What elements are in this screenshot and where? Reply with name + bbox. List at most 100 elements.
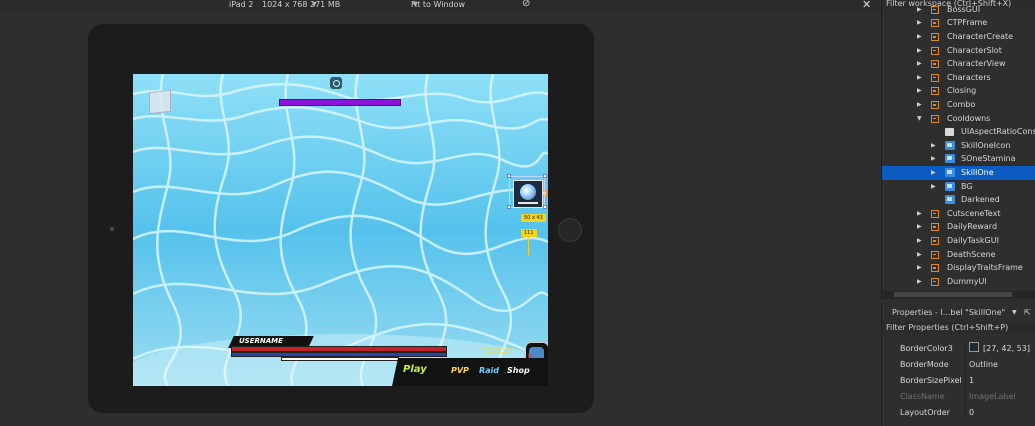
expand-arrow-icon[interactable]: ▶: [917, 57, 922, 71]
expand-arrow-icon[interactable]: ▶: [917, 261, 922, 275]
expand-arrow-icon[interactable]: ▶: [917, 71, 922, 85]
expand-arrow-icon[interactable]: ▶: [931, 152, 936, 166]
tree-item[interactable]: ▶ CharacterSlot: [882, 44, 1035, 58]
tree-item[interactable]: UIAspectRatioCons: [882, 125, 1035, 139]
username-label: USERNAME: [239, 337, 283, 345]
expand-arrow-icon[interactable]: ▶: [917, 44, 922, 58]
tree-item[interactable]: ▶ DeathScene: [882, 248, 1035, 262]
frame-icon: [931, 237, 939, 246]
horizontal-scrollbar[interactable]: [882, 291, 1035, 299]
property-name: BorderColor3: [900, 344, 953, 353]
expand-arrow-icon[interactable]: ▶: [917, 30, 922, 44]
tree-item-label: Closing: [947, 86, 977, 96]
property-row[interactable]: BorderMode Outline: [882, 357, 1035, 373]
properties-filter-input[interactable]: Filter Properties (Ctrl+Shift+P): [882, 322, 1035, 334]
skill-one-image[interactable]: [513, 180, 543, 208]
frame-icon: [931, 19, 939, 28]
expand-arrow-icon[interactable]: ▶: [917, 207, 922, 221]
tree-item[interactable]: ▶ SkillOne: [882, 166, 1035, 180]
tree-item[interactable]: ▶ DisplayTraitsFrame: [882, 261, 1035, 275]
property-value[interactable]: ImageLabel: [965, 389, 1035, 405]
expand-arrow-icon[interactable]: ▶: [917, 3, 922, 17]
tree-item[interactable]: ▶ Combo: [882, 98, 1035, 112]
frame-icon: [931, 223, 939, 232]
property-name: BorderMode: [900, 360, 949, 369]
resize-handle[interactable]: [507, 205, 511, 209]
tree-item[interactable]: ▶ CharacterView: [882, 57, 1035, 71]
tree-item[interactable]: ▶ CutsceneText: [882, 207, 1035, 221]
expand-arrow-icon[interactable]: ▶: [917, 275, 922, 289]
tree-item[interactable]: ▶ Closing: [882, 84, 1035, 98]
image-label-icon: [945, 154, 955, 164]
expand-arrow-icon[interactable]: ▶: [917, 248, 922, 262]
property-value[interactable]: 1: [965, 373, 1035, 389]
chevron-down-icon[interactable]: ▼: [1012, 307, 1017, 319]
shop-button[interactable]: Shop: [507, 366, 530, 375]
color-swatch[interactable]: [969, 342, 979, 352]
chevron-down-icon: ▼: [312, 1, 317, 8]
resize-handle[interactable]: [543, 174, 547, 178]
tree-item[interactable]: ▶ BossGUI: [882, 3, 1035, 17]
tree-item[interactable]: ▼ Cooldowns: [882, 112, 1035, 126]
camera-dot: [110, 227, 114, 231]
undock-icon[interactable]: ⇱: [1024, 307, 1031, 319]
tree-item[interactable]: ▶ BG: [882, 180, 1035, 194]
close-icon[interactable]: ✕: [862, 0, 871, 10]
collapse-arrow-icon[interactable]: ▼: [917, 112, 922, 126]
tree-item-label: SOneStamina: [961, 154, 1016, 164]
tree-item[interactable]: ▶ CharacterCreate: [882, 30, 1035, 44]
tree-item[interactable]: ▶ CTPFrame: [882, 16, 1035, 30]
property-row[interactable]: ClassName ImageLabel: [882, 389, 1035, 405]
property-value[interactable]: [27, 42, 53]: [965, 341, 1035, 357]
position-tag: 111: [521, 229, 537, 237]
tree-item[interactable]: ▶ Characters: [882, 71, 1035, 85]
expand-arrow-icon[interactable]: ▶: [931, 180, 936, 194]
play-button[interactable]: Play: [403, 364, 427, 375]
expand-arrow-icon[interactable]: ▶: [931, 166, 936, 180]
tree-item-label: DisplayTraitsFrame: [947, 263, 1023, 273]
property-value-text: ImageLabel: [969, 392, 1016, 401]
tree-item-label: Combo: [947, 100, 976, 110]
raid-button[interactable]: Raid: [479, 366, 499, 375]
tree-item[interactable]: ▶ DailyTaskGUI: [882, 234, 1035, 248]
frame-icon: [931, 277, 939, 286]
property-value-text: 0: [969, 408, 975, 417]
resize-handle[interactable]: [543, 205, 547, 209]
fit-value: Fit to Window: [411, 0, 466, 9]
tree-item[interactable]: ▶ DailyReward: [882, 220, 1035, 234]
property-row[interactable]: LayoutOrder 0: [882, 405, 1035, 421]
pvp-button[interactable]: PVP: [451, 366, 469, 375]
frame-icon: [931, 5, 939, 14]
property-value-text: [27, 42, 53]: [983, 344, 1030, 353]
rotate-device-icon[interactable]: ⊘: [522, 0, 530, 9]
property-value-text: Outline: [969, 360, 998, 369]
tree-item[interactable]: ▶ DummyUI: [882, 275, 1035, 289]
game-viewport[interactable]: ⋯⋯ 50 x 43 111 USERNAME You Have Receive…: [0, 12, 880, 426]
property-name: BorderSizePixel: [900, 376, 962, 385]
main-menu: Play PVP Raid Shop: [392, 358, 548, 386]
frame-icon: [931, 73, 939, 82]
expand-arrow-icon[interactable]: ▶: [931, 139, 936, 153]
expand-arrow-icon[interactable]: ▶: [917, 220, 922, 234]
expand-arrow-icon[interactable]: ▶: [917, 234, 922, 248]
tree-item[interactable]: ▶ SOneStamina: [882, 152, 1035, 166]
expand-arrow-icon[interactable]: ▶: [917, 98, 922, 112]
game-screen[interactable]: ⋯⋯ 50 x 43 111 USERNAME You Have Receive…: [133, 74, 548, 386]
property-row[interactable]: BorderColor3 [27, 42, 53]: [882, 341, 1035, 357]
frame-icon: [931, 33, 939, 42]
frame-icon: [931, 101, 939, 110]
tree-item[interactable]: ▶ SkillOneIcon: [882, 139, 1035, 153]
resize-handle[interactable]: [507, 174, 511, 178]
tree-item-label: DeathScene: [947, 249, 996, 259]
notice-line-2: New Rewards: [485, 351, 510, 355]
tree-item[interactable]: Darkened: [882, 193, 1035, 207]
property-row[interactable]: BorderSizePixel 1: [882, 373, 1035, 389]
expand-arrow-icon[interactable]: ▶: [917, 16, 922, 30]
settings-icon[interactable]: [330, 77, 342, 89]
tree-item-label: CharacterCreate: [947, 32, 1014, 42]
property-value[interactable]: Outline: [965, 357, 1035, 373]
expand-arrow-icon[interactable]: ▶: [917, 84, 922, 98]
anchor-handle[interactable]: [546, 190, 548, 198]
scrollbar-thumb[interactable]: [894, 292, 1012, 297]
property-value[interactable]: 0: [965, 405, 1035, 421]
